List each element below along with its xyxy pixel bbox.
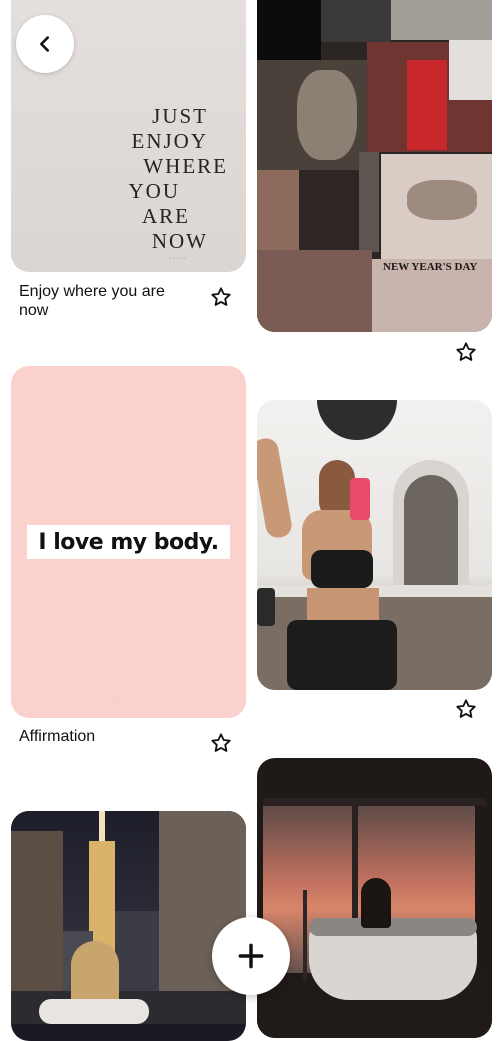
pin-image-nye-collage[interactable]: NEW YEAR'S DAY bbox=[257, 0, 492, 332]
pin-image-affirmation[interactable]: I love my body. · · · · · · · · · · bbox=[11, 366, 246, 718]
pin-image-fitness[interactable] bbox=[257, 400, 492, 690]
add-pin-button[interactable] bbox=[212, 917, 290, 995]
pin-image-bath[interactable] bbox=[257, 758, 492, 1038]
quote-line: JUST bbox=[152, 104, 208, 128]
quote-line: YOU bbox=[128, 179, 180, 203]
pin-title[interactable]: Affirmation bbox=[19, 727, 194, 746]
star-outline-icon[interactable] bbox=[210, 732, 232, 754]
image-credit: · · · · · · · · · · bbox=[108, 697, 149, 704]
pin-image-nyc-night[interactable] bbox=[11, 811, 246, 1041]
affirmation-text: I love my body. bbox=[27, 525, 230, 559]
image-credit: ◦ ◦ ◦ ◦ ◦ bbox=[169, 256, 187, 262]
quote-line: ARE bbox=[142, 204, 190, 228]
collage-caption: NEW YEAR'S DAY bbox=[383, 261, 478, 273]
quote-line: ENJOY bbox=[131, 129, 208, 153]
plus-icon bbox=[238, 943, 264, 969]
star-outline-icon[interactable] bbox=[210, 286, 232, 308]
star-outline-icon[interactable] bbox=[455, 698, 477, 720]
quote-line: WHERE bbox=[143, 154, 228, 178]
back-button[interactable] bbox=[16, 15, 74, 73]
chevron-left-icon bbox=[40, 36, 50, 52]
quote-line: NOW bbox=[151, 229, 208, 253]
star-outline-icon[interactable] bbox=[455, 341, 477, 363]
pin-title[interactable]: Enjoy where you are now bbox=[19, 282, 194, 320]
